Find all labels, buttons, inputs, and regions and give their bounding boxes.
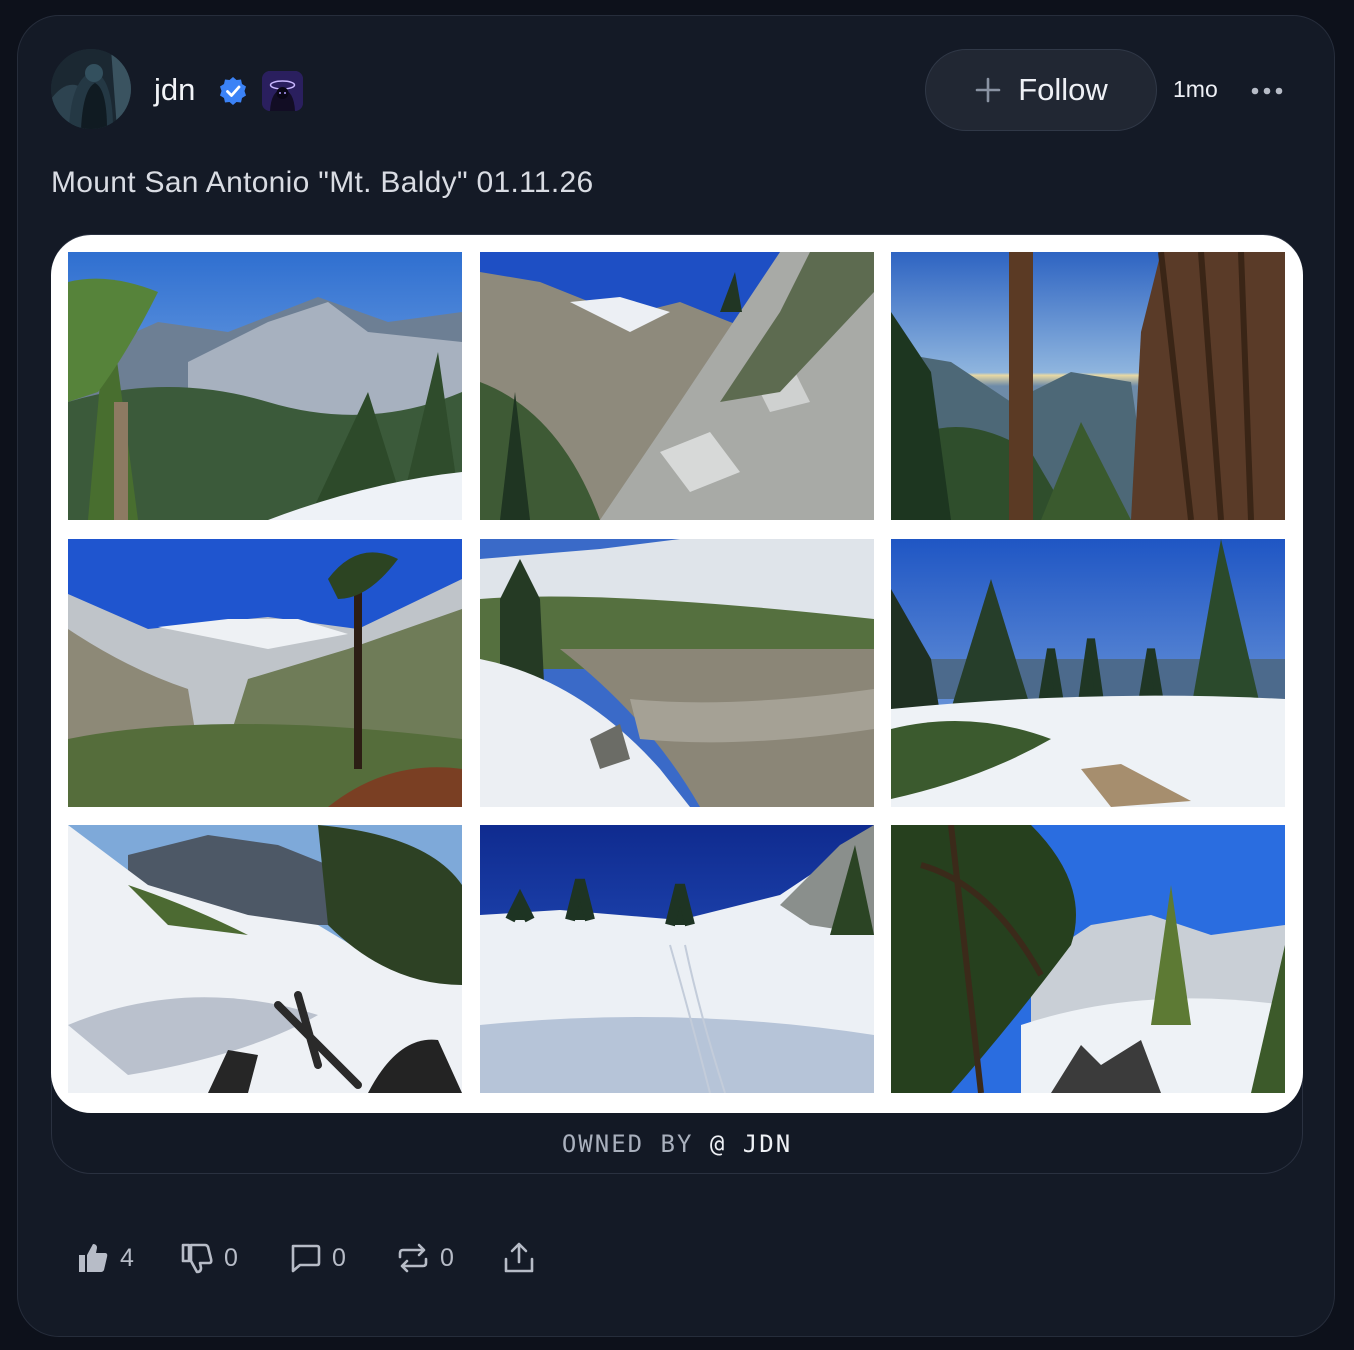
- owned-by-label: OWNED BY @ JDN: [52, 1130, 1302, 1158]
- post-timestamp[interactable]: 1mo: [1173, 76, 1218, 103]
- repost-icon: [398, 1243, 428, 1273]
- avatar[interactable]: [51, 49, 131, 129]
- owned-by-prefix: OWNED BY: [561, 1130, 694, 1158]
- share-button[interactable]: [502, 1234, 536, 1282]
- dislike-button[interactable]: 0: [180, 1234, 238, 1282]
- plus-icon: [975, 77, 1001, 103]
- comment-icon: [291, 1244, 321, 1273]
- follow-label: Follow: [1018, 72, 1108, 107]
- thumbs-up-icon: [79, 1244, 108, 1272]
- gallery-photo-1[interactable]: [68, 252, 462, 520]
- gallery-photo-5[interactable]: [480, 539, 874, 807]
- gallery-photo-2[interactable]: [480, 252, 874, 520]
- dislike-count: 0: [224, 1243, 238, 1272]
- more-icon[interactable]: [1250, 86, 1284, 96]
- profile-badge: [262, 71, 303, 111]
- owner-handle[interactable]: @ JDN: [710, 1130, 792, 1158]
- follow-button[interactable]: Follow: [925, 49, 1157, 131]
- gallery-photo-8[interactable]: [480, 825, 874, 1093]
- username[interactable]: jdn: [154, 72, 195, 108]
- comment-count: 0: [332, 1243, 346, 1272]
- comment-button[interactable]: 0: [288, 1234, 346, 1282]
- post-text: Mount San Antonio "Mt. Baldy" 01.11.26: [51, 166, 594, 199]
- post-card: jdn Follow 1mo Mount San Antonio "Mt. Ba…: [17, 15, 1335, 1337]
- thumbs-down-icon: [181, 1243, 213, 1274]
- gallery-photo-6[interactable]: [891, 539, 1285, 807]
- photo-gallery: [51, 235, 1303, 1113]
- like-button[interactable]: 4: [76, 1234, 134, 1282]
- gallery-photo-7[interactable]: [68, 825, 462, 1093]
- repost-button[interactable]: 0: [396, 1234, 454, 1282]
- share-icon: [504, 1242, 534, 1273]
- gallery-photo-3[interactable]: [891, 252, 1285, 520]
- gallery-photo-4[interactable]: [68, 539, 462, 807]
- like-count: 4: [120, 1243, 134, 1272]
- verified-icon: [220, 77, 246, 105]
- repost-count: 0: [440, 1243, 454, 1272]
- gallery-photo-9[interactable]: [891, 825, 1285, 1093]
